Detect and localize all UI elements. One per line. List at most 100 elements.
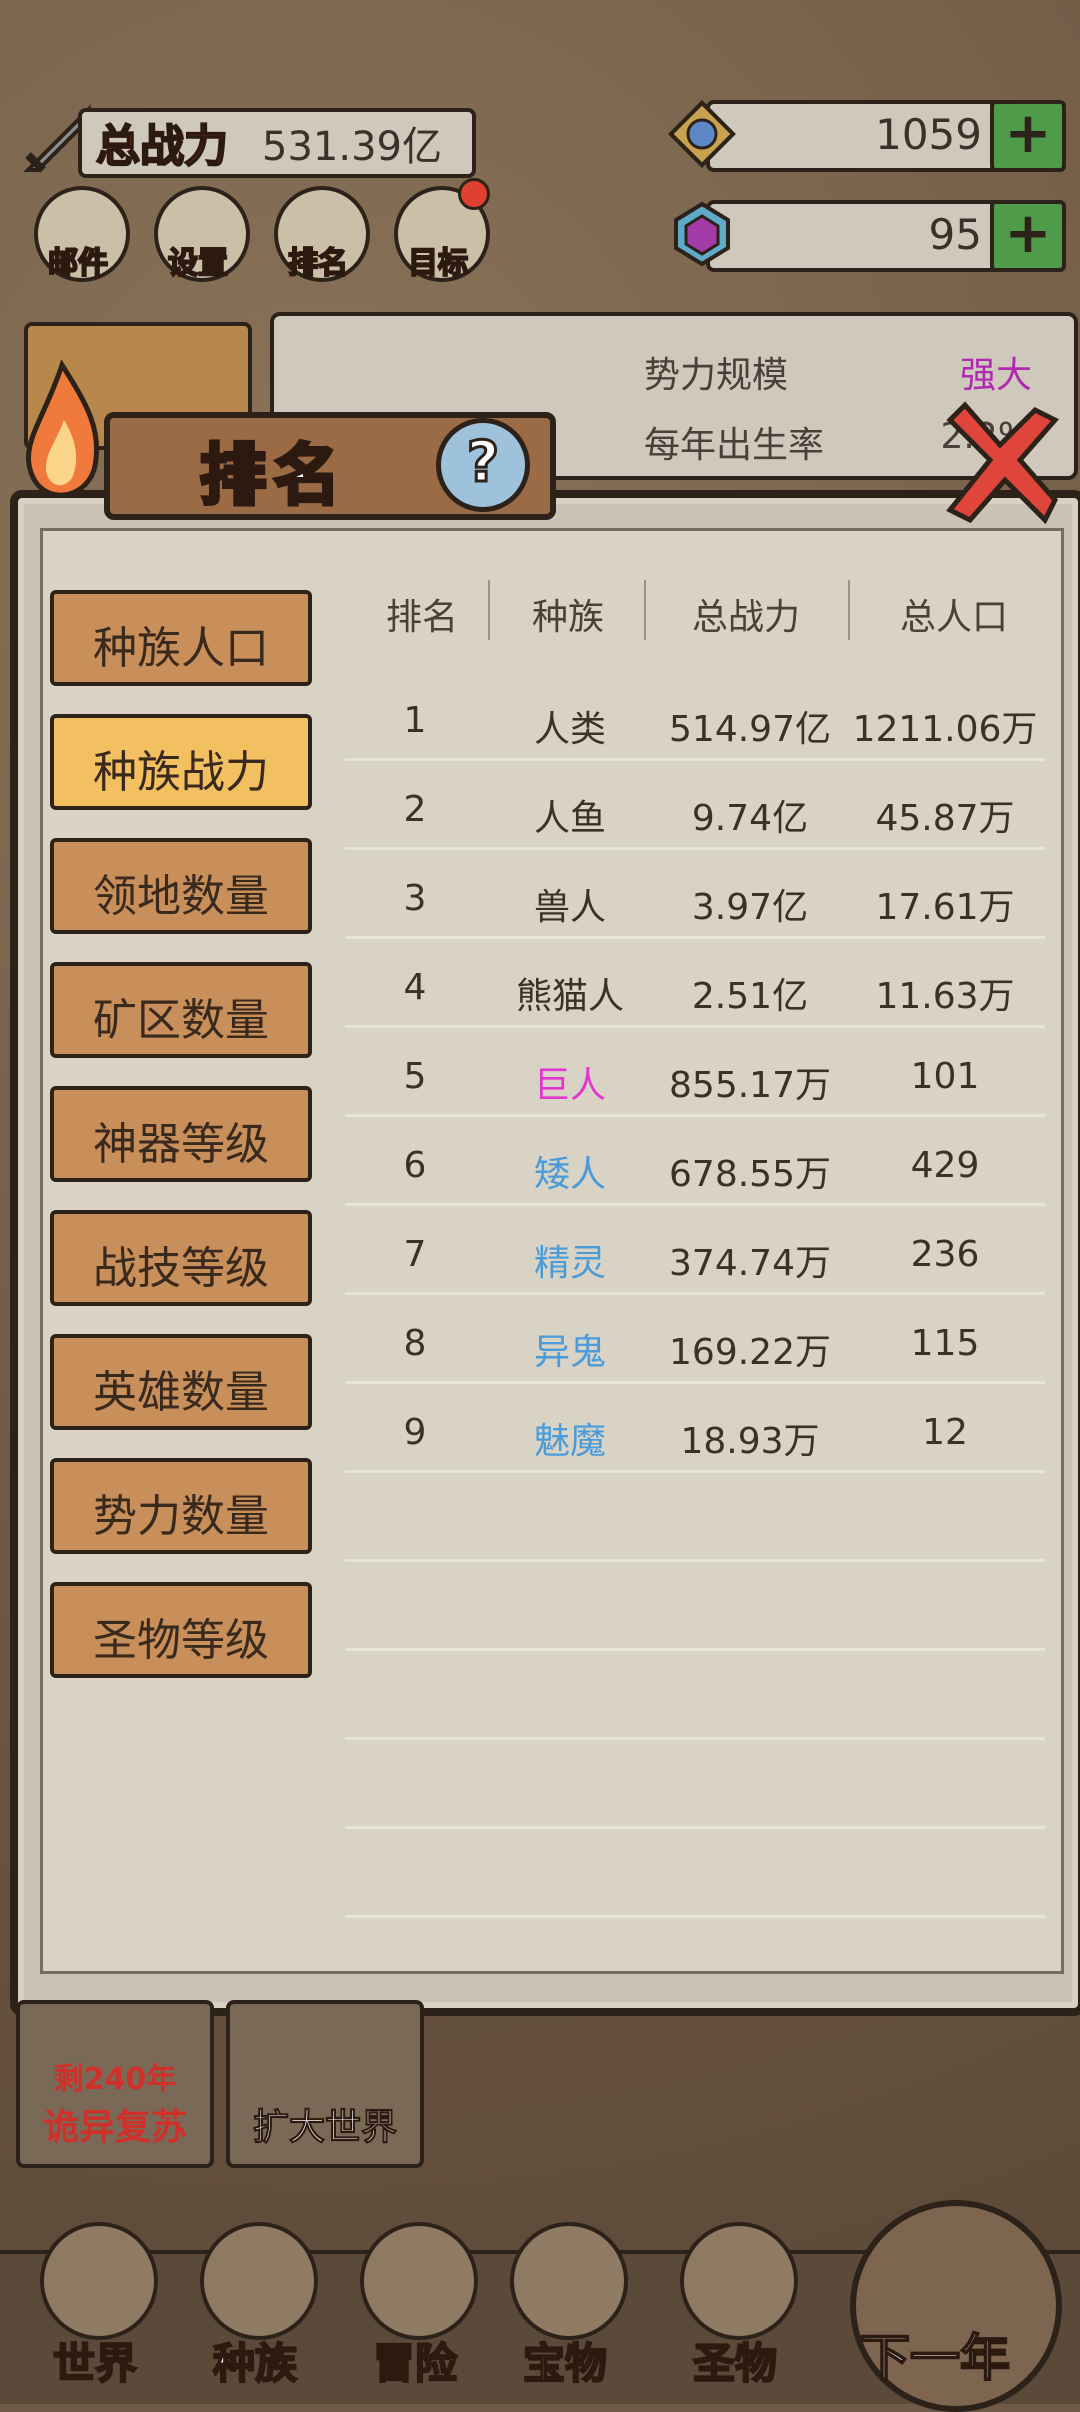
- revival-label: 诡异复苏: [42, 2107, 187, 2148]
- race-cell: 魅魔: [533, 1421, 606, 1462]
- total-power-bar: 总战力 531.39亿: [18, 100, 476, 178]
- row-divider: [345, 1114, 1045, 1117]
- nav-label: 圣物: [692, 2338, 778, 2389]
- info-value-scale: 强大: [959, 355, 1032, 396]
- race-cell: 精灵: [533, 1243, 606, 1284]
- row-divider: [345, 1470, 1045, 1473]
- power-label: 总战力: [95, 120, 229, 173]
- population-cell: 17.61万: [875, 887, 1015, 928]
- goal-button[interactable]: 目标: [390, 178, 490, 282]
- power-cell: 2.51亿: [691, 976, 809, 1017]
- tab-label: 势力数量: [93, 1491, 269, 1542]
- ranking-label: 排名: [287, 245, 349, 282]
- tab-label: 领地数量: [93, 871, 269, 922]
- tab-skill[interactable]: 战技等级: [50, 1210, 312, 1306]
- help-button[interactable]: ?: [436, 418, 530, 512]
- row-divider: [345, 1737, 1045, 1740]
- bottom-cards: 剩240年 诡异复苏 扩大世界: [16, 2000, 424, 2170]
- close-icon[interactable]: [940, 400, 1060, 530]
- race-cell: 熊猫人: [515, 976, 624, 1017]
- row-divider: [345, 1203, 1045, 1206]
- resource-value-2: 95: [928, 210, 982, 259]
- tab-label: 战技等级: [93, 1243, 269, 1294]
- population-cell: 429: [910, 1145, 980, 1186]
- nav-adventure[interactable]: 冒险: [340, 2222, 490, 2389]
- ranking-button[interactable]: 排名: [270, 186, 370, 282]
- notification-dot: [458, 178, 490, 210]
- purple-gem-icon: [674, 201, 730, 267]
- power-cell: 9.74亿: [691, 798, 809, 839]
- tab-population[interactable]: 种族人口: [50, 590, 312, 686]
- resource-bar-1: 1059 +: [666, 100, 1066, 172]
- next-year-label: 下一年: [859, 2328, 1011, 2388]
- tab-mines[interactable]: 矿区数量: [50, 962, 312, 1058]
- power-cell: 855.17万: [669, 1065, 831, 1106]
- row-divider: [345, 1559, 1045, 1562]
- row-divider: [345, 1915, 1045, 1918]
- power-cell: 678.55万: [669, 1154, 831, 1195]
- nav-relic[interactable]: 圣物: [660, 2222, 810, 2389]
- race-cell: 人类: [533, 709, 606, 750]
- row-divider: [345, 758, 1045, 761]
- tab-label: 种族战力: [93, 747, 269, 798]
- power-cell: 169.22万: [669, 1332, 831, 1373]
- revival-card[interactable]: 剩240年 诡异复苏: [16, 2000, 214, 2168]
- add-gem-button[interactable]: +: [990, 200, 1066, 272]
- header-rank: 排名: [386, 597, 459, 638]
- settings-button[interactable]: 设置: [150, 186, 250, 282]
- next-year-button[interactable]: 下一年: [840, 2190, 1062, 2412]
- race-cell: 巨人: [533, 1065, 606, 1106]
- expand-world-label: 扩大世界: [252, 2107, 397, 2149]
- nav-world[interactable]: 世界: [20, 2222, 170, 2389]
- flame-icon: [25, 360, 100, 498]
- race-icon: [200, 2222, 318, 2340]
- tab-forces[interactable]: 势力数量: [50, 1458, 312, 1554]
- menu-icons: 邮件 设置 排名 目标: [30, 178, 490, 286]
- world-icon: [40, 2222, 158, 2340]
- mail-button[interactable]: 邮件: [30, 186, 130, 282]
- tab-label: 种族人口: [93, 623, 269, 674]
- row-divider: [345, 1826, 1045, 1829]
- tab-power[interactable]: 种族战力: [50, 714, 312, 810]
- population-cell: 236: [910, 1234, 980, 1275]
- header-population: 总人口: [900, 597, 1009, 638]
- power-value: 531.39亿: [262, 124, 442, 170]
- power-cell: 3.97亿: [691, 887, 809, 928]
- modal-title: 排名: [198, 435, 348, 516]
- resource-value-1: 1059: [875, 110, 982, 159]
- tab-label: 英雄数量: [93, 1367, 269, 1418]
- race-cell: 人鱼: [533, 798, 606, 839]
- resource-pill: [706, 200, 1034, 272]
- population-cell: 11.63万: [875, 976, 1015, 1017]
- info-label-birthrate: 每年出生率: [644, 425, 825, 466]
- race-cell: 异鬼: [533, 1332, 606, 1373]
- population-cell: 1211.06万: [852, 709, 1038, 750]
- nav-treasure[interactable]: 宝物: [490, 2222, 640, 2389]
- population-cell: 45.87万: [875, 798, 1015, 839]
- tab-relics[interactable]: 圣物等级: [50, 1582, 312, 1678]
- nav-label: 种族: [212, 2338, 298, 2389]
- header-race: 种族: [532, 597, 605, 638]
- tab-territory[interactable]: 领地数量: [50, 838, 312, 934]
- nav-race[interactable]: 种族: [180, 2222, 330, 2389]
- tab-label: 神器等级: [93, 1119, 269, 1170]
- compass-gem-icon: [668, 100, 736, 168]
- tab-label: 圣物等级: [93, 1615, 269, 1666]
- row-divider: [345, 1381, 1045, 1384]
- relic-icon: [680, 2222, 798, 2340]
- resource-pill: [706, 100, 1034, 172]
- settings-label: 设置: [167, 245, 229, 282]
- row-divider: [345, 1025, 1045, 1028]
- tab-label: 矿区数量: [93, 995, 269, 1046]
- tab-heroes[interactable]: 英雄数量: [50, 1334, 312, 1430]
- mail-label: 邮件: [47, 245, 109, 282]
- header-divider: [848, 580, 850, 640]
- expand-world-card[interactable]: 扩大世界: [226, 2000, 424, 2168]
- add-resource-button[interactable]: +: [990, 100, 1066, 172]
- tab-artifact[interactable]: 神器等级: [50, 1086, 312, 1182]
- info-label-scale: 势力规模: [644, 355, 789, 396]
- race-cell: 矮人: [533, 1154, 606, 1195]
- adventure-icon: [360, 2222, 478, 2340]
- power-cell: 374.74万: [669, 1243, 831, 1284]
- revival-years: 剩240年: [53, 2062, 177, 2097]
